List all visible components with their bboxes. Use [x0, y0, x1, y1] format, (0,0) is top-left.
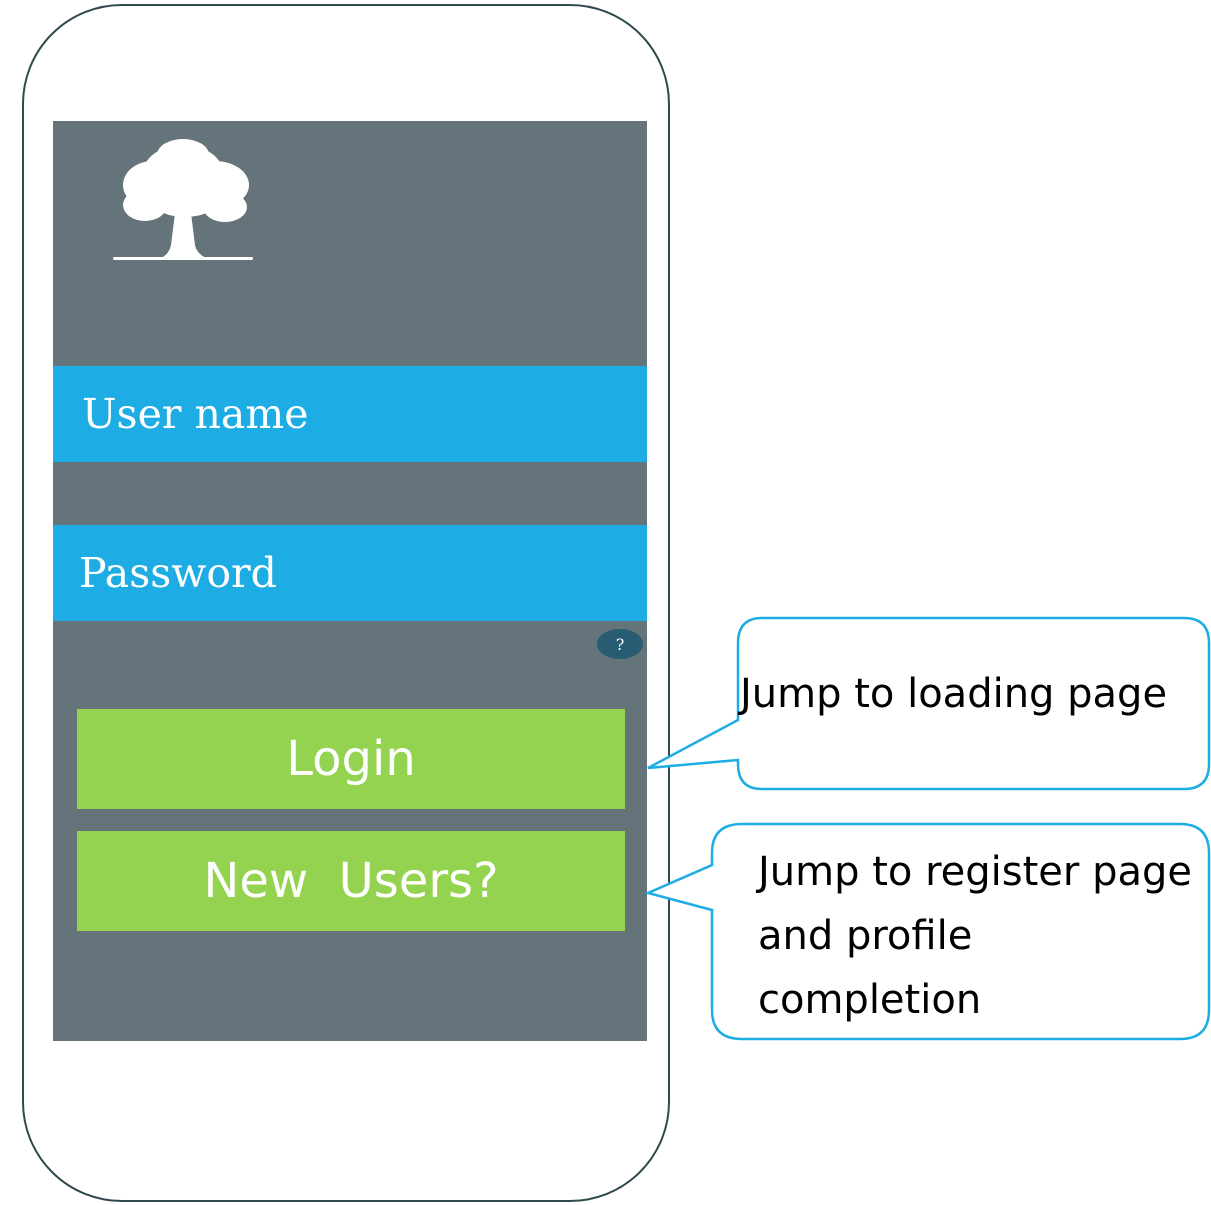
password-field[interactable]: Password: [53, 525, 647, 621]
tree-icon: [113, 139, 253, 260]
login-screen: User name Password ? Login New Users?: [53, 121, 647, 1041]
login-callout-text: Jump to loading page: [740, 671, 1168, 717]
login-button[interactable]: Login: [77, 709, 625, 809]
new-users-button[interactable]: New Users?: [77, 831, 625, 931]
username-field[interactable]: User name: [53, 366, 647, 462]
username-placeholder: User name: [82, 390, 309, 438]
password-placeholder: Password: [79, 549, 277, 597]
register-callout-text: Jump to register page and profile comple…: [758, 849, 1192, 1023]
help-icon[interactable]: ?: [597, 629, 643, 659]
